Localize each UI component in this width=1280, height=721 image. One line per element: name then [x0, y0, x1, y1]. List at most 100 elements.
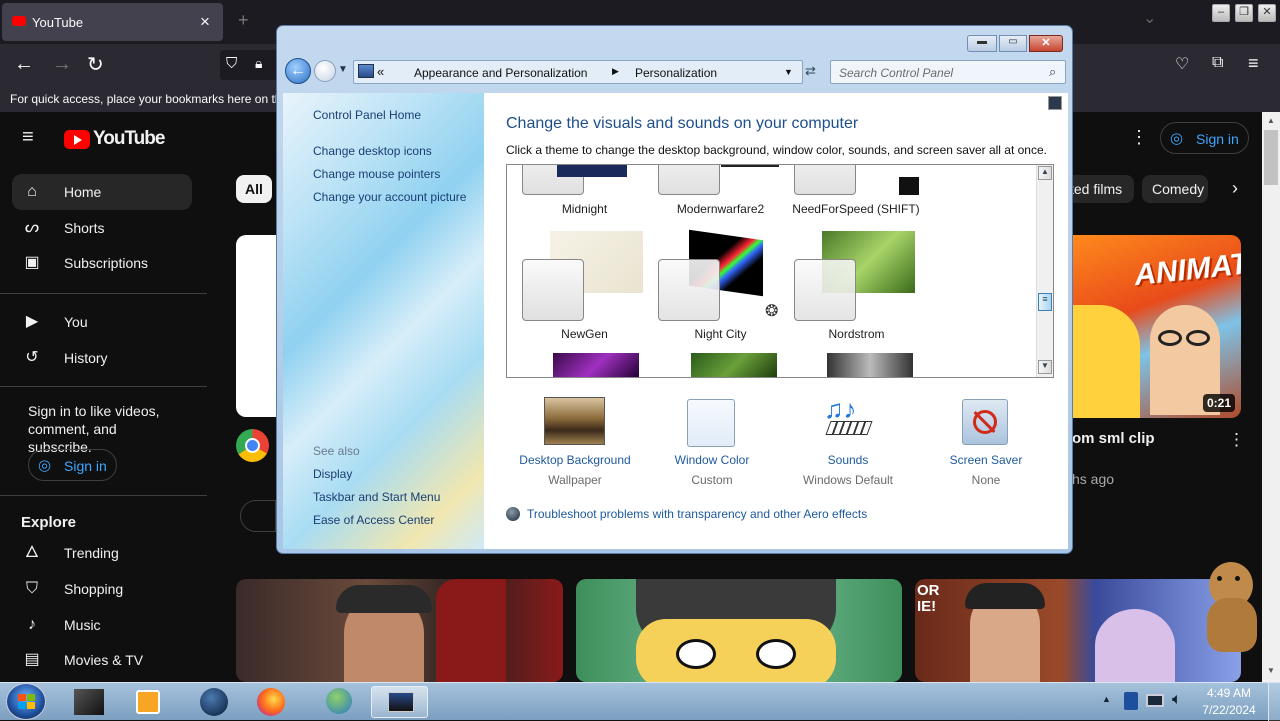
signin-label: Sign in — [64, 458, 107, 474]
address-field[interactable]: « Appearance and Personalization ▶ Perso… — [353, 60, 803, 84]
sidebar-item-music[interactable]: ♪ Music — [12, 607, 192, 643]
theme-newgen[interactable]: NewGen — [517, 231, 647, 341]
back-arrow-icon[interactable]: ← — [285, 58, 311, 84]
theme-midnight[interactable]: Midnight — [517, 165, 647, 223]
sounds-setting[interactable]: ♫♪ Sounds Windows Default — [778, 396, 918, 487]
taskbar-network-globe-icon[interactable] — [312, 686, 366, 718]
video-menu-icon[interactable]: ⋮ — [1228, 430, 1245, 450]
theme-night-city[interactable]: Night City — [653, 229, 783, 341]
sidebar-item-subscriptions[interactable]: ▣ Subscriptions — [12, 245, 192, 281]
scroll-down-icon[interactable]: ▼ — [1038, 360, 1052, 374]
back-icon[interactable]: ← — [14, 53, 34, 76]
breadcrumb-personalization[interactable]: Personalization — [635, 66, 717, 80]
scrollbar-thumb[interactable] — [1264, 130, 1278, 185]
control-panel-home-link[interactable]: Control Panel Home — [313, 108, 421, 122]
volume-icon[interactable]: 🔈︎ — [1172, 691, 1182, 709]
theme-list-scrollbar[interactable]: ▲ ≡ ▼ — [1036, 165, 1053, 377]
clock-time[interactable]: 4:49 AM — [1199, 686, 1259, 700]
window-close-button[interactable]: ✕ — [1029, 35, 1063, 52]
tab-close-icon[interactable]: × — [200, 12, 210, 32]
display-link[interactable]: Display — [313, 467, 352, 481]
taskbar-globe-app-icon[interactable] — [186, 686, 240, 718]
breadcrumb-overflow[interactable]: « — [377, 64, 384, 79]
taskbar-cube-app-icon[interactable] — [62, 686, 116, 718]
scrollbar-thumb[interactable]: ≡ — [1038, 293, 1052, 311]
menu-icon[interactable]: ≡ — [1248, 53, 1259, 74]
tray-app-icon[interactable] — [1124, 692, 1138, 710]
new-tab-icon[interactable]: + — [238, 10, 249, 31]
refresh-icon[interactable]: ⇄ — [805, 63, 816, 79]
hamburger-menu-icon[interactable]: ≡ — [22, 126, 34, 149]
theme-row3-2[interactable] — [691, 353, 777, 377]
sidebar-signin-button[interactable]: ◎ Sign in — [28, 449, 117, 481]
page-scrollbar[interactable]: ▲ ▼ — [1262, 112, 1280, 682]
taskbar-media-player-icon[interactable] — [120, 686, 174, 718]
reload-icon[interactable]: ↻ — [87, 52, 104, 77]
change-account-picture-link[interactable]: Change your account picture — [313, 190, 466, 204]
recent-pages-chevron-icon[interactable]: ▼ — [338, 64, 348, 75]
theme-modernwarfare2[interactable]: Modernwarfare2 — [653, 165, 783, 223]
taskbar-firefox-icon[interactable] — [244, 686, 298, 718]
network-icon[interactable] — [1146, 694, 1164, 707]
change-mouse-pointers-link[interactable]: Change mouse pointers — [313, 167, 440, 181]
sidebar-item-history[interactable]: ↺ History — [12, 340, 192, 376]
theme-nordstrom[interactable]: Nordstrom — [789, 231, 919, 341]
video-thumbnail[interactable]: ANIMATED 0:21 — [1070, 235, 1241, 418]
tab-list-chevron-icon[interactable]: ⌄ — [1143, 8, 1156, 28]
show-desktop-button[interactable] — [1268, 683, 1280, 721]
header-signin-button[interactable]: ◎ Sign in — [1160, 122, 1249, 154]
scroll-down-icon[interactable]: ▼ — [1267, 666, 1275, 675]
tab-youtube[interactable]: YouTube × — [2, 3, 223, 41]
sidebar-item-you[interactable]: ▶ You — [12, 304, 192, 340]
start-button[interactable] — [6, 683, 46, 720]
window-color-setting[interactable]: Window Color Custom — [642, 397, 782, 487]
chip-comedy[interactable]: Comedy — [1142, 175, 1208, 203]
search-icon[interactable]: ⌕ — [1049, 64, 1056, 80]
close-button[interactable]: ✕ — [1258, 4, 1276, 22]
breadcrumb-separator-icon[interactable]: ▶ — [612, 66, 619, 77]
desktop-background-setting[interactable]: Desktop Background Wallpaper — [505, 397, 645, 487]
show-hidden-icons-icon[interactable]: ▲ — [1102, 694, 1111, 704]
scroll-up-icon[interactable]: ▲ — [1038, 166, 1052, 180]
clock-date[interactable]: 7/22/2024 — [1199, 703, 1259, 717]
extensions-icon[interactable]: ⧉ — [1212, 54, 1223, 72]
chrome-channel-avatar[interactable] — [236, 429, 269, 462]
search-field[interactable]: Search Control Panel ⌕ — [830, 60, 1066, 84]
breadcrumb-appearance[interactable]: Appearance and Personalization — [414, 66, 587, 80]
screen-saver-setting[interactable]: Screen Saver None — [916, 397, 1056, 487]
video-thumbnail[interactable]: OR IE! — [915, 579, 1241, 682]
address-dropdown-icon[interactable]: ▼ — [784, 67, 793, 77]
video-title[interactable]: om sml clip — [1072, 430, 1155, 447]
change-desktop-icons-link[interactable]: Change desktop icons — [313, 144, 432, 158]
chips-next-icon[interactable]: › — [1232, 178, 1238, 199]
scroll-up-icon[interactable]: ▲ — [1267, 116, 1275, 125]
sidebar-item-movies[interactable]: ▤ Movies & TV — [12, 642, 192, 678]
sidebar-item-shorts[interactable]: ᔕ Shorts — [12, 210, 192, 246]
sidebar-item-shopping[interactable]: ⛉ Shopping — [12, 571, 192, 607]
ease-of-access-link[interactable]: Ease of Access Center — [313, 513, 434, 527]
chip-all[interactable]: All — [236, 175, 272, 203]
window-maximize-button[interactable]: ▭ — [999, 35, 1027, 52]
theme-row3-3[interactable] — [827, 353, 913, 377]
video-thumbnail[interactable] — [576, 579, 902, 682]
taskbar-control-panel-icon[interactable] — [371, 686, 428, 718]
window-minimize-button[interactable]: ▬ — [967, 35, 997, 52]
forward-icon[interactable]: → — [52, 53, 72, 76]
chip-films[interactable]: ted films — [1068, 175, 1134, 203]
pill-partial[interactable] — [240, 500, 276, 532]
theme-needforspeed[interactable]: NeedForSpeed (SHIFT) — [789, 165, 939, 223]
shield-icon[interactable]: ⛉ — [226, 55, 237, 72]
minimize-button[interactable]: – — [1212, 4, 1230, 22]
video-thumbnail-partial[interactable] — [236, 235, 276, 417]
video-thumbnail[interactable] — [236, 579, 563, 682]
tab-title: YouTube — [32, 15, 84, 30]
help-icon[interactable] — [1048, 96, 1062, 110]
more-options-icon[interactable]: ⋮ — [1130, 127, 1148, 148]
theme-row3-1[interactable] — [553, 353, 639, 377]
taskbar-start-menu-link[interactable]: Taskbar and Start Menu — [313, 490, 440, 504]
forward-arrow-icon[interactable] — [314, 60, 336, 82]
sidebar-item-home[interactable]: ⌂ Home — [12, 174, 192, 210]
sidebar-item-trending[interactable]: 🜂 Trending — [12, 535, 192, 571]
pocket-icon[interactable]: ♡ — [1175, 54, 1189, 74]
restore-button[interactable]: ❐ — [1235, 4, 1253, 22]
